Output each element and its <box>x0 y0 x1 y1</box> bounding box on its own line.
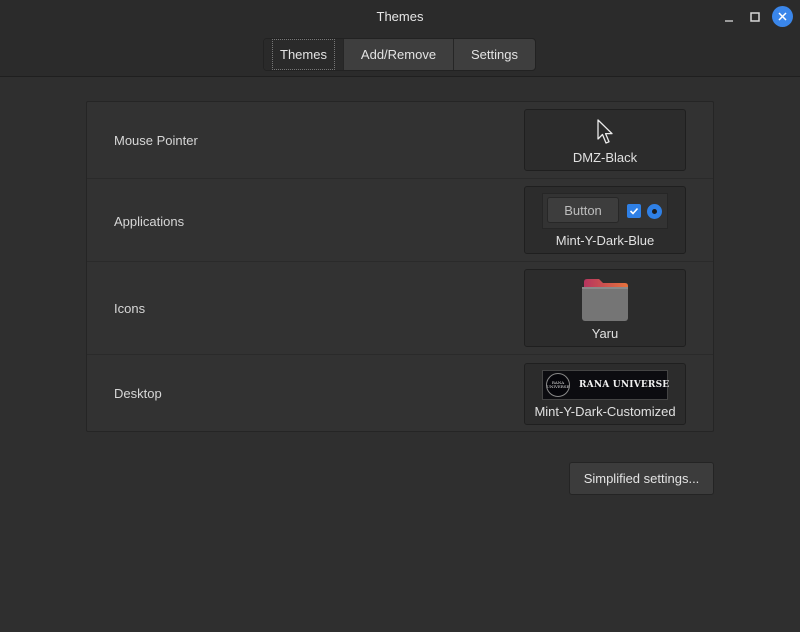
tab-settings-label: Settings <box>471 47 518 62</box>
row-applications: Applications Button Mint-Y-Dark-Blue <box>87 179 713 262</box>
applications-value: Mint-Y-Dark-Blue <box>555 233 655 248</box>
row-desktop: Desktop RANA UNIVERSE RANA UNIVERSE Mint… <box>87 355 713 432</box>
tab-themes-label: Themes <box>272 39 335 70</box>
desktop-label: Desktop <box>114 386 162 401</box>
desktop-value: Mint-Y-Dark-Customized <box>534 404 676 419</box>
maximize-icon <box>750 12 760 22</box>
checkbox-checked-icon <box>627 204 641 218</box>
maximize-button[interactable] <box>745 7 765 27</box>
banner-text: RANA UNIVERSE <box>579 380 670 390</box>
window-title: Themes <box>376 9 424 24</box>
tab-settings[interactable]: Settings <box>454 39 535 70</box>
close-button[interactable] <box>772 6 793 27</box>
applications-label: Applications <box>114 214 185 229</box>
folder-icon <box>582 279 628 321</box>
tab-add-remove-label: Add/Remove <box>360 47 437 62</box>
tab-themes[interactable]: Themes <box>264 39 344 70</box>
icons-value: Yaru <box>591 326 619 341</box>
mouse-pointer-chooser[interactable]: DMZ-Black <box>524 109 686 171</box>
icons-chooser[interactable]: Yaru <box>524 269 686 347</box>
desktop-theme-preview: RANA UNIVERSE RANA UNIVERSE <box>542 370 670 400</box>
title-bar: Themes Themes Add/Remove Settings <box>0 0 800 77</box>
cursor-arrow-icon <box>597 119 613 144</box>
minimize-icon <box>725 20 733 22</box>
radio-selected-icon <box>647 204 662 219</box>
mouse-pointer-value: DMZ-Black <box>572 150 638 165</box>
minimize-button[interactable] <box>719 7 739 27</box>
row-mouse-pointer: Mouse Pointer DMZ-Black <box>87 102 713 179</box>
icons-label: Icons <box>114 301 146 316</box>
mouse-pointer-label: Mouse Pointer <box>114 133 198 148</box>
theme-preview: Button <box>542 193 668 229</box>
simplified-settings-button[interactable]: Simplified settings... <box>569 462 714 495</box>
rana-universe-logo: RANA UNIVERSE <box>546 373 570 397</box>
tab-bar: Themes Add/Remove Settings <box>263 38 536 71</box>
applications-chooser[interactable]: Button Mint-Y-Dark-Blue <box>524 186 686 254</box>
desktop-chooser[interactable]: RANA UNIVERSE RANA UNIVERSE Mint-Y-Dark-… <box>524 363 686 425</box>
row-icons: Icons Yaru <box>87 262 713 355</box>
close-icon <box>778 12 787 21</box>
tab-add-remove[interactable]: Add/Remove <box>344 39 454 70</box>
preview-button: Button <box>547 197 619 223</box>
themes-panel: Mouse Pointer DMZ-Black Applications But… <box>86 101 714 432</box>
